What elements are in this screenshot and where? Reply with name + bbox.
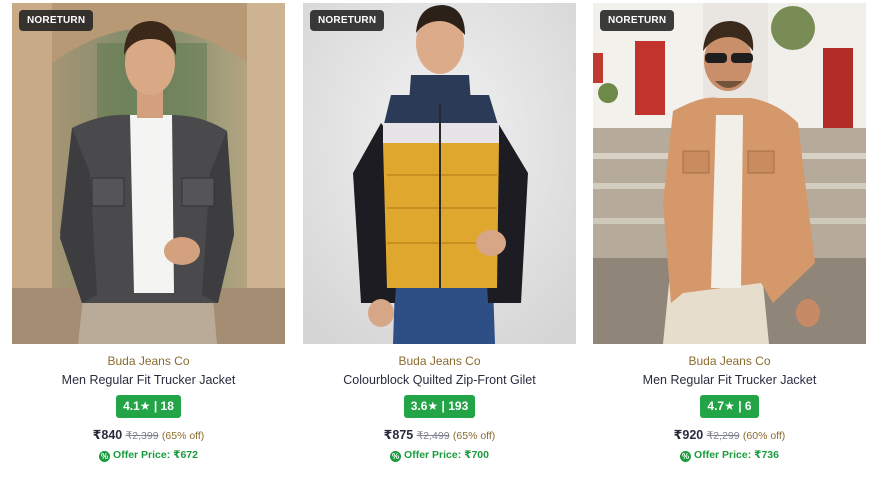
no-return-badge: NORETURN [19,10,94,31]
product-grid: NORETURN Buda Jeans Co Men Regular Fit T… [12,3,867,473]
selling-price: ₹875 [383,428,414,442]
product-brand: Buda Jeans Co [398,354,481,368]
product-image[interactable]: NORETURN [303,3,576,344]
discount-percent: (65% off) [452,430,496,442]
offer-price-row: % Offer Price: ₹672 [12,448,285,462]
offer-tag-icon: % [99,451,111,462]
product-photo [303,3,576,344]
no-return-badge: NORETURN [310,10,385,31]
offer-price-row: % Offer Price: ₹736 [593,448,866,462]
rating-badge: 4.1★ | 18 [116,395,181,418]
mrp-price: ₹2,299 [706,430,740,442]
product-image[interactable]: NORETURN [12,3,285,344]
offer-tag-icon: % [390,451,402,462]
price-row: ₹920 ₹2,299 (60% off) [593,427,866,444]
rating-badge: 4.7★ | 6 [700,395,759,418]
product-card[interactable]: NORETURN Buda Jeans Co Men Regular Fit T… [12,3,285,468]
price-row: ₹875 ₹2,499 (65% off) [303,427,576,444]
product-brand: Buda Jeans Co [688,354,771,368]
rating-wrap: 4.7★ | 6 [593,395,866,418]
product-image[interactable]: NORETURN [593,3,866,344]
product-photo [593,3,866,344]
rating-wrap: 4.1★ | 18 [12,395,285,418]
discount-percent: (60% off) [742,430,786,442]
discount-percent: (65% off) [161,430,205,442]
selling-price: ₹920 [673,428,704,442]
price-row: ₹840 ₹2,399 (65% off) [12,427,285,444]
offer-price: Offer Price: ₹736 [694,449,779,461]
offer-tag-icon: % [680,451,692,462]
offer-price: Offer Price: ₹700 [404,449,489,461]
offer-price: Offer Price: ₹672 [113,449,198,461]
product-photo [12,3,285,344]
mrp-price: ₹2,499 [416,430,450,442]
offer-price-row: % Offer Price: ₹700 [303,448,576,462]
rating-badge: 3.6★ | 193 [403,395,476,418]
no-return-badge: NORETURN [600,10,675,31]
product-card[interactable]: NORETURN Buda Jeans Co Men Regular Fit T… [593,3,866,468]
product-card[interactable]: NORETURN Buda Jeans Co Colourblock Quilt… [303,3,576,468]
mrp-price: ₹2,399 [125,430,159,442]
product-name: Colourblock Quilted Zip-Front Gilet [343,373,536,387]
rating-wrap: 3.6★ | 193 [303,395,576,418]
product-brand: Buda Jeans Co [107,354,190,368]
product-name: Men Regular Fit Trucker Jacket [642,373,817,387]
product-name: Men Regular Fit Trucker Jacket [61,373,236,387]
selling-price: ₹840 [92,428,123,442]
